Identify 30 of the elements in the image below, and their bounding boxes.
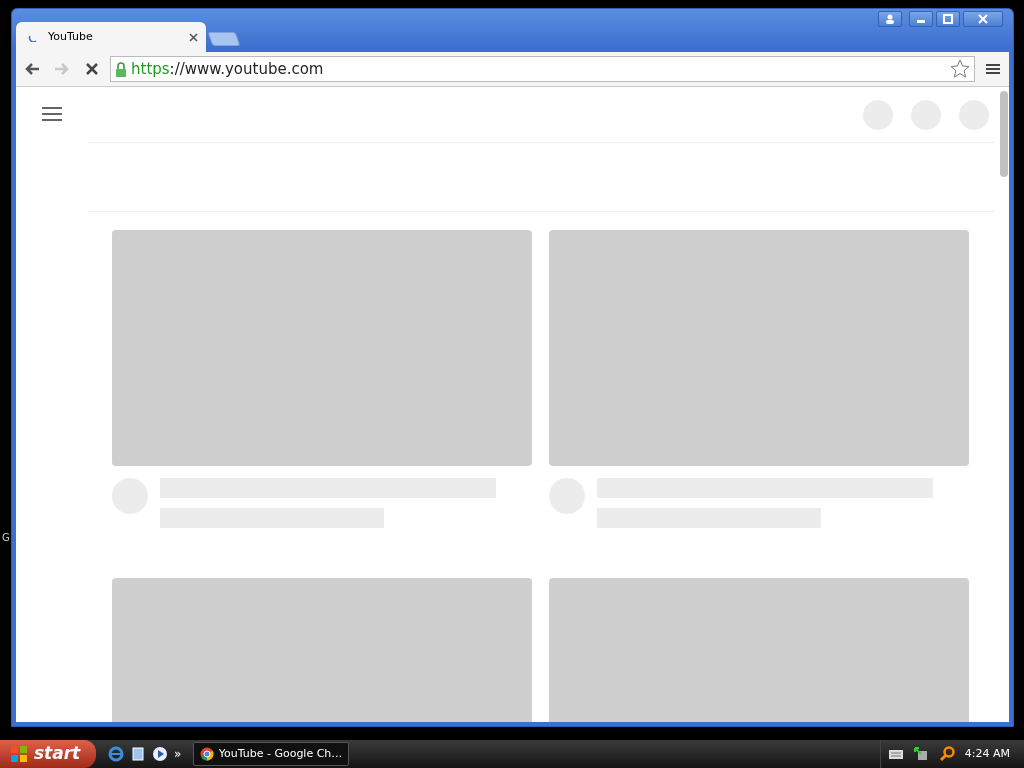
more-toggle[interactable]: » [174, 745, 182, 763]
document-icon[interactable] [130, 746, 146, 762]
taskbar-window-button[interactable]: YouTube - Google Ch… [193, 742, 350, 766]
close-icon [978, 14, 988, 24]
start-button[interactable]: start [0, 740, 96, 768]
close-button[interactable] [963, 11, 1003, 27]
address-bar[interactable]: https://www.youtube.com [110, 56, 975, 82]
url-text: https://www.youtube.com [131, 58, 325, 80]
media-player-icon[interactable] [152, 746, 168, 762]
menu-icon[interactable] [42, 107, 62, 121]
chrome-logo-icon [200, 747, 214, 761]
windows-logo-icon [10, 745, 28, 763]
back-arrow-icon [24, 62, 40, 76]
new-tab-button[interactable] [207, 32, 241, 46]
minimize-button[interactable] [909, 11, 933, 27]
stop-icon [85, 62, 99, 76]
browser-e-icon[interactable] [108, 746, 124, 762]
profile-icon[interactable] [878, 11, 902, 27]
browser-tab[interactable]: YouTube [16, 22, 206, 52]
clock: 4:24 AM [964, 745, 1010, 762]
keyboard-icon[interactable] [888, 749, 903, 759]
close-icon[interactable] [189, 32, 198, 42]
network-icon[interactable] [912, 746, 929, 762]
forward-arrow-icon [54, 62, 70, 76]
search-icon[interactable] [938, 746, 955, 762]
star-icon[interactable] [950, 59, 970, 79]
desktop-text: G [2, 531, 10, 545]
maximize-icon [943, 14, 953, 24]
scrollbar-thumb[interactable] [1000, 91, 1008, 177]
maximize-button[interactable] [936, 11, 960, 27]
